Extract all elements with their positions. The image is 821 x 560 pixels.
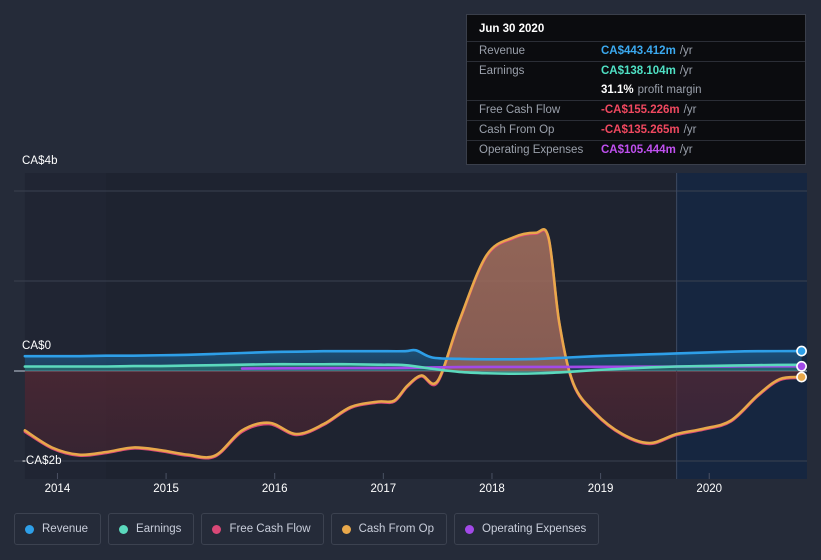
legend-item-earnings[interactable]: Earnings	[108, 513, 195, 545]
x-axis-tick-label: 2018	[479, 483, 505, 495]
tooltip-row-value: CA$138.104m	[601, 65, 676, 77]
tooltip-row-label: Free Cash Flow	[479, 104, 561, 116]
background-band-recent	[676, 173, 807, 479]
x-axis-tick-label: 2020	[696, 483, 723, 495]
endpoint-marker-revenue[interactable]	[796, 345, 807, 357]
tooltip-row-unit: /yr	[679, 144, 693, 156]
legend-color-dot-icon	[341, 524, 351, 534]
tooltip-row-unit: /yr	[683, 104, 697, 116]
chart-plot-area[interactable]	[14, 173, 807, 479]
tooltip-row-value: CA$105.444m	[601, 144, 676, 156]
legend-item-label: Earnings	[136, 523, 182, 535]
legend-item-cash-from-op[interactable]: Cash From Op	[330, 513, 448, 545]
legend-color-dot-icon	[119, 524, 129, 534]
tooltip-row: Operating Expenses CA$105.444m/yr	[467, 140, 805, 160]
tooltip-row: Revenue CA$443.412m/yr	[467, 41, 805, 61]
tooltip-row: Earnings CA$138.104m/yr	[467, 61, 805, 81]
y-axis-label-top: CA$4b	[22, 155, 58, 167]
tooltip-row: 31.1% profit margin	[467, 81, 805, 100]
tooltip-row-value: -CA$155.226m	[601, 104, 680, 116]
legend-item-label: Revenue	[42, 523, 89, 535]
legend-color-dot-icon	[25, 524, 34, 534]
endpoint-marker-cash-from-op[interactable]	[796, 371, 807, 383]
tooltip-row-label: Cash From Op	[479, 124, 555, 136]
x-axis-tick-label: 2017	[370, 483, 397, 495]
legend-color-dot-icon	[465, 524, 475, 534]
tooltip-row: Cash From Op -CA$135.265m/yr	[467, 120, 805, 140]
tooltip-row-unit: /yr	[683, 124, 697, 136]
legend-item-label: Operating Expenses	[482, 523, 587, 535]
legend-item-operating-expenses[interactable]: Operating Expenses	[454, 513, 600, 545]
legend-item-label: Free Cash Flow	[229, 523, 311, 535]
legend-color-dot-icon	[212, 524, 222, 534]
tooltip-row-value: 31.1%	[601, 84, 634, 96]
chart-page: CA$4b CA$0 -CA$2b 2014 2015 2016 2017 2018 20…	[0, 0, 821, 560]
legend-item-free-cash-flow[interactable]: Free Cash Flow	[201, 513, 324, 545]
y-axis-label-zero: CA$0	[22, 340, 52, 352]
x-axis-tick-label: 2014	[44, 483, 71, 495]
endpoint-marker-operating-expenses[interactable]	[796, 360, 807, 372]
tooltip-rows: Revenue CA$443.412m/yr Earnings CA$138.104m…	[467, 41, 805, 160]
chart-legend[interactable]: Revenue Earnings Free Cash Flow Cash From O…	[14, 513, 600, 545]
x-axis-tick-label: 2016	[261, 483, 288, 495]
tooltip-row: Free Cash Flow -CA$155.226m/yr	[467, 100, 805, 120]
tooltip-row-label: Operating Expenses	[479, 144, 584, 156]
tooltip-date: Jun 30 2020	[479, 23, 545, 35]
chart-canvas	[14, 173, 807, 479]
x-axis-tick-label: 2019	[587, 483, 614, 495]
y-axis-label-bottom: -CA$2b	[22, 455, 62, 467]
tooltip-row-unit: profit margin	[637, 84, 702, 96]
tooltip-row-value: CA$443.412m	[601, 45, 676, 57]
legend-item-label: Cash From Op	[358, 523, 435, 535]
tooltip-row-unit: /yr	[679, 45, 693, 57]
x-axis: 2014 2015 2016 2017 2018 2019 2020	[14, 479, 807, 503]
data-tooltip: Jun 30 2020 Revenue CA$443.412m/yr Earning…	[466, 14, 806, 165]
x-axis-tick-label: 2015	[153, 483, 179, 495]
tooltip-row-label: Earnings	[479, 65, 525, 77]
tooltip-row-value: -CA$135.265m	[601, 124, 680, 136]
tooltip-row-label: Revenue	[479, 45, 526, 57]
legend-item-revenue[interactable]: Revenue	[14, 513, 102, 545]
tooltip-row-unit: /yr	[679, 65, 693, 77]
